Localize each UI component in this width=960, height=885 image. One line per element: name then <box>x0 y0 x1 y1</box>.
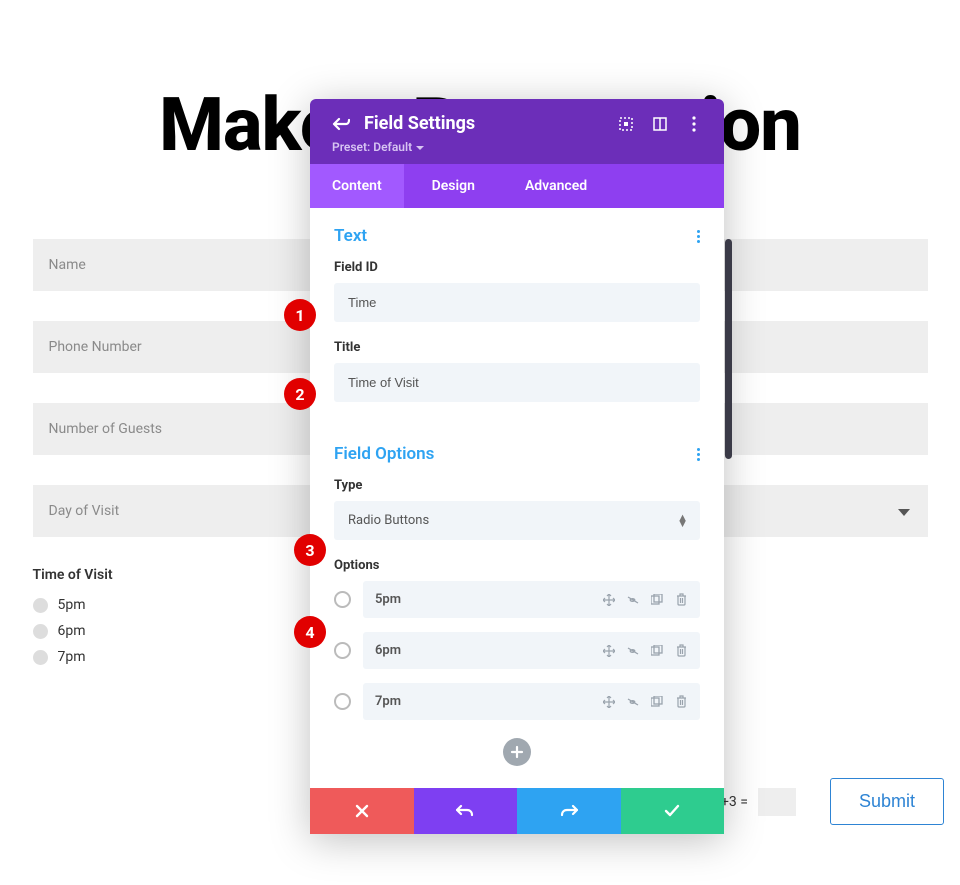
option-text: 7pm <box>375 694 602 709</box>
radio-icon <box>33 624 48 639</box>
expand-icon[interactable] <box>618 116 634 132</box>
type-label: Type <box>334 478 700 493</box>
option-text: 5pm <box>375 592 602 607</box>
callout-badge-4: 4 <box>294 616 326 648</box>
trash-icon[interactable] <box>674 593 688 607</box>
radio-label: 5pm <box>58 597 86 613</box>
modal-tabs: Content Design Advanced <box>310 164 724 208</box>
field-id-label: Field ID <box>334 260 700 275</box>
tab-design[interactable]: Design <box>404 164 503 208</box>
option-row-5pm: 5pm <box>334 581 700 618</box>
trash-icon[interactable] <box>674 644 688 658</box>
move-icon[interactable] <box>602 593 616 607</box>
options-label: Options <box>334 558 700 573</box>
modal-body: Text Field ID Title Field Options Type R… <box>310 208 724 788</box>
link-icon[interactable] <box>626 644 640 658</box>
columns-icon[interactable] <box>652 116 668 132</box>
radio-label: 6pm <box>58 623 86 639</box>
option-text: 6pm <box>375 643 602 658</box>
tab-content[interactable]: Content <box>310 164 404 208</box>
radio-icon <box>33 650 48 665</box>
section-field-options: Field Options Type Radio Buttons ▲▼ Opti… <box>310 426 724 788</box>
option-body[interactable]: 7pm <box>363 683 700 720</box>
modal-title: Field Settings <box>364 113 618 134</box>
copy-icon[interactable] <box>650 644 664 658</box>
radio-label: 7pm <box>58 649 86 665</box>
kebab-menu-icon[interactable] <box>686 116 702 132</box>
captcha-input[interactable] <box>758 788 796 816</box>
add-option-button[interactable] <box>503 738 531 766</box>
section-options-title[interactable]: Field Options <box>334 444 434 464</box>
scrollbar[interactable] <box>725 239 732 459</box>
back-icon[interactable] <box>332 116 350 132</box>
link-icon[interactable] <box>626 695 640 709</box>
modal-footer <box>310 788 724 834</box>
option-radio[interactable] <box>334 693 351 710</box>
preset-dropdown[interactable]: Preset: Default <box>332 140 702 154</box>
cancel-button[interactable] <box>310 788 414 834</box>
option-row-7pm: 7pm <box>334 683 700 720</box>
option-radio[interactable] <box>334 642 351 659</box>
move-icon[interactable] <box>602 695 616 709</box>
callout-badge-3: 3 <box>294 534 326 566</box>
section-text-menu-icon[interactable] <box>697 230 700 243</box>
title-label: Title <box>334 340 700 355</box>
copy-icon[interactable] <box>650 593 664 607</box>
option-list: 5pm 6pm <box>334 581 700 720</box>
save-button[interactable] <box>621 788 725 834</box>
section-text: Text Field ID Title <box>310 208 724 426</box>
callout-badge-1: 1 <box>284 299 316 331</box>
radio-icon <box>33 598 48 613</box>
option-radio[interactable] <box>334 591 351 608</box>
tab-advanced[interactable]: Advanced <box>503 164 609 208</box>
modal-header: Field Settings Preset: Default <box>310 99 724 164</box>
link-icon[interactable] <box>626 593 640 607</box>
field-settings-modal: Field Settings Preset: Default Content D… <box>310 99 724 834</box>
option-body[interactable]: 6pm <box>363 632 700 669</box>
option-row-6pm: 6pm <box>334 632 700 669</box>
callout-badge-2: 2 <box>284 378 316 410</box>
title-input[interactable] <box>334 363 700 402</box>
field-id-input[interactable] <box>334 283 700 322</box>
copy-icon[interactable] <box>650 695 664 709</box>
move-icon[interactable] <box>602 644 616 658</box>
trash-icon[interactable] <box>674 695 688 709</box>
undo-button[interactable] <box>414 788 518 834</box>
type-select[interactable]: Radio Buttons <box>334 501 700 540</box>
submit-button[interactable]: Submit <box>830 778 944 825</box>
captcha-row: 12 +3 = Submit <box>702 778 944 825</box>
section-text-title[interactable]: Text <box>334 226 367 246</box>
redo-button[interactable] <box>517 788 621 834</box>
option-body[interactable]: 5pm <box>363 581 700 618</box>
select-caret-icon: ▲▼ <box>677 515 688 527</box>
section-options-menu-icon[interactable] <box>697 448 700 461</box>
